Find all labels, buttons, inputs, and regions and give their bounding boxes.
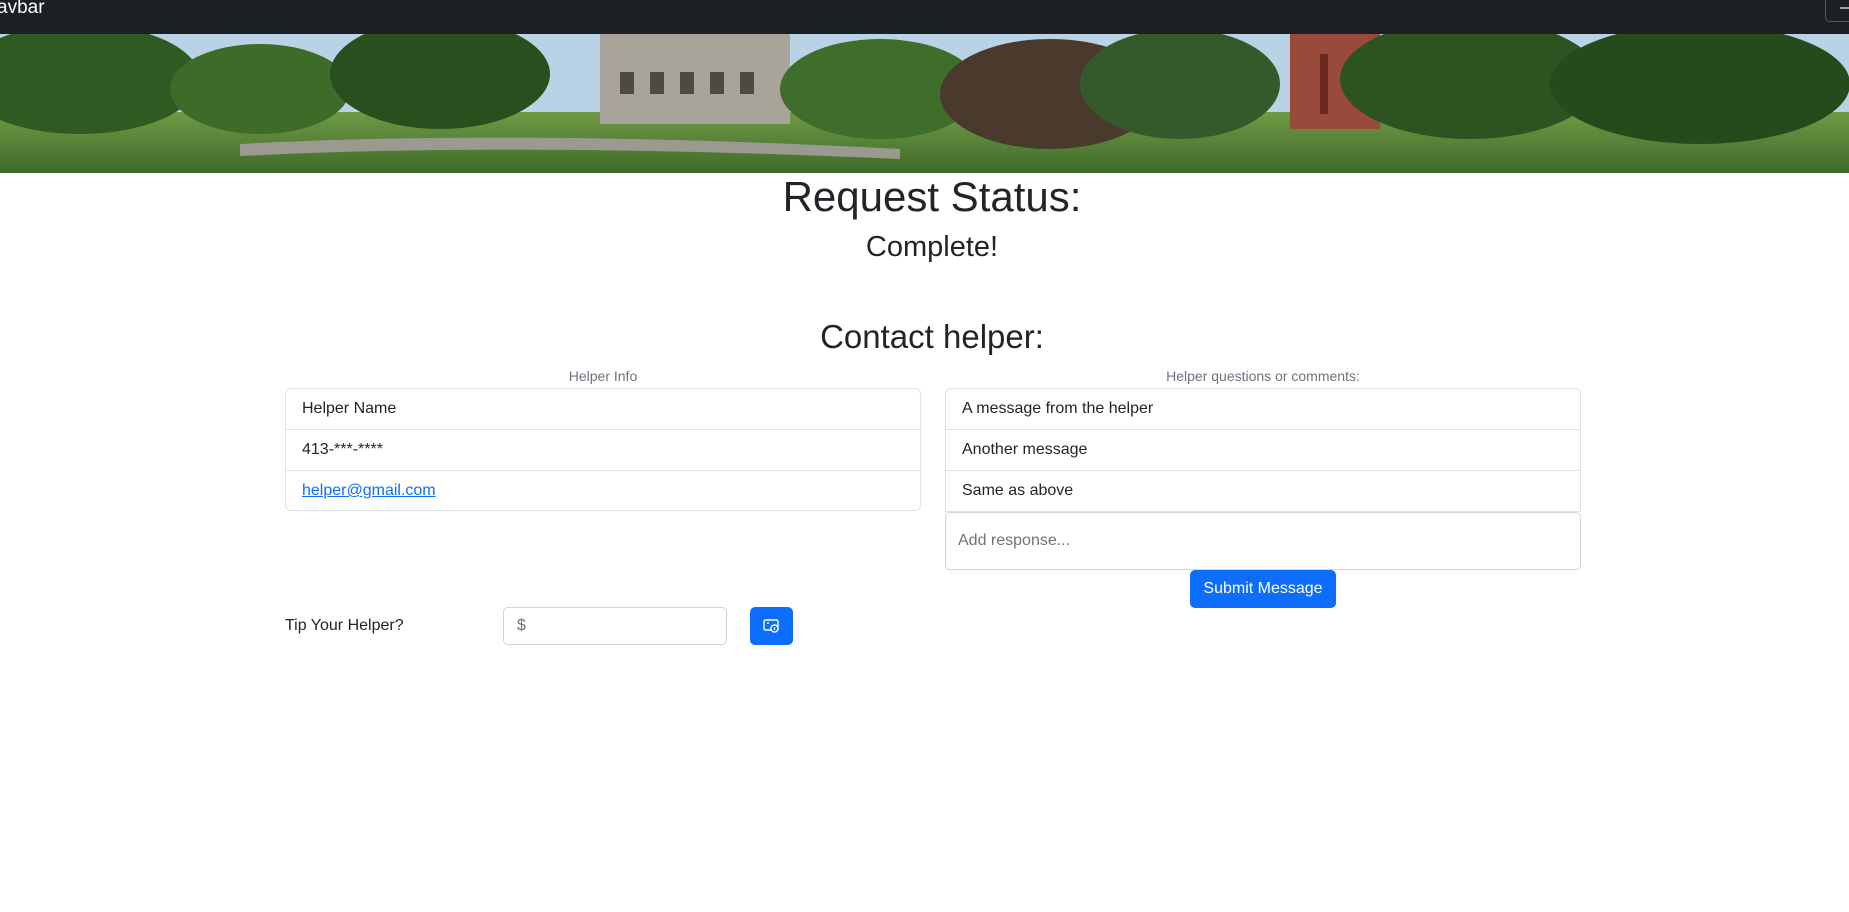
request-status-heading: Request Status: — [782, 173, 1082, 220]
campus-banner-image — [0, 34, 1849, 173]
contact-helper-heading: Contact helper: — [820, 318, 1044, 355]
top-navbar: avbar — [0, 0, 1849, 34]
message-item: A message from the helper — [946, 389, 1580, 430]
message-item: Another message — [946, 430, 1580, 471]
helper-info-list: Helper Name 413-***-**** helper@gmail.co… — [285, 388, 921, 511]
helper-email-item: helper@gmail.com — [286, 471, 920, 510]
cash-coin-icon — [762, 619, 779, 633]
message-item: Same as above — [962, 482, 1074, 499]
navbar-toggler-button[interactable] — [1825, 0, 1849, 22]
helper-info-caption: Helper Info — [568, 368, 638, 384]
helper-name: Helper Name — [286, 389, 920, 430]
submit-message-button[interactable]: Submit Message — [1190, 570, 1336, 608]
tip-amount-input[interactable] — [532, 609, 726, 645]
helper-email-link[interactable]: helper@gmail.com — [302, 482, 436, 499]
tip-label: Tip Your Helper? — [285, 617, 404, 634]
send-tip-button[interactable] — [750, 607, 793, 645]
helper-messages-list: A message from the helper Another messag… — [945, 388, 1581, 512]
response-input[interactable] — [945, 512, 1581, 570]
currency-prefix: $ — [517, 617, 526, 634]
helper-messages-caption: Helper questions or comments: — [1166, 368, 1360, 384]
hamburger-icon — [1840, 7, 1849, 9]
navbar-brand[interactable]: avbar — [0, 0, 45, 18]
tip-amount-field[interactable]: $ — [503, 607, 727, 645]
request-status-value: Complete! — [865, 231, 999, 263]
helper-phone: 413-***-**** — [286, 430, 920, 471]
